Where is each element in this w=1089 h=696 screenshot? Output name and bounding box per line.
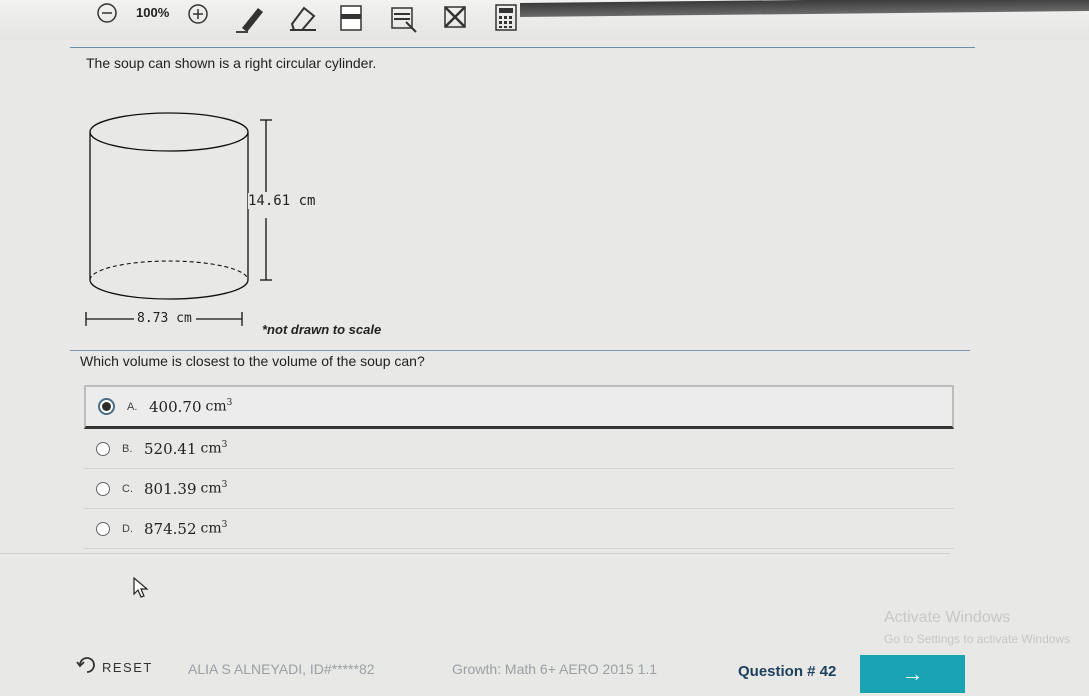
zoom-level: 100%: [136, 5, 170, 20]
next-button[interactable]: →: [860, 655, 965, 693]
eraser-icon[interactable]: [286, 2, 320, 34]
diameter-label: 8.73 cm: [135, 311, 194, 326]
question-prompt: Which volume is closest to the volume of…: [80, 353, 425, 369]
choice-unit: cm3: [205, 398, 233, 415]
reset-label: RESET: [102, 660, 153, 675]
cylinder-drawing: [85, 112, 272, 326]
choice-c[interactable]: C. 801.39 cm3: [84, 469, 954, 509]
toolbar: 100%: [0, 0, 1089, 40]
content-bottom-divider: [0, 553, 950, 554]
choice-value: 520.41: [144, 439, 197, 458]
calculator-icon[interactable]: [494, 2, 518, 32]
toolbar-divider: [70, 47, 975, 48]
scale-note: *not drawn to scale: [262, 322, 382, 337]
choice-letter: B.: [122, 442, 133, 455]
question-stem: The soup can shown is a right circular c…: [86, 55, 377, 71]
reset-button[interactable]: RESET: [76, 655, 153, 680]
choice-letter: D.: [122, 522, 133, 535]
arrow-right-icon: →: [901, 661, 924, 686]
radio-button[interactable]: [96, 481, 110, 496]
choice-value: 874.52: [144, 519, 197, 538]
reset-icon: [76, 655, 98, 680]
question-divider: [70, 350, 970, 351]
test-name: Growth: Math 6+ AERO 2015 1.1: [452, 661, 658, 677]
highlighter-icon[interactable]: [390, 2, 418, 34]
answer-eliminator-icon[interactable]: [442, 2, 468, 32]
mouse-cursor-icon: [133, 576, 149, 604]
toolbar-dark-edge: [520, 0, 1089, 17]
choice-unit: cm3: [200, 440, 228, 457]
zoom-out-icon[interactable]: [96, 2, 118, 24]
choice-value: 801.39: [144, 479, 197, 498]
pencil-icon[interactable]: [234, 2, 268, 34]
choice-unit: cm3: [200, 520, 228, 537]
choice-b[interactable]: B. 520.41 cm3: [84, 429, 954, 469]
line-reader-icon[interactable]: [338, 2, 364, 32]
choice-unit: cm3: [200, 480, 228, 497]
choice-letter: A.: [127, 400, 138, 413]
student-info: ALIA S ALNEYADI, ID#*****82: [188, 661, 375, 677]
height-label: 14.61 cm: [248, 193, 316, 209]
choice-value: 400.70: [149, 397, 202, 416]
choice-letter: C.: [122, 482, 133, 495]
radio-button[interactable]: [98, 398, 115, 415]
radio-button[interactable]: [96, 521, 110, 536]
question-number: Question # 42: [738, 663, 837, 680]
zoom-in-icon[interactable]: [186, 2, 210, 26]
choice-d[interactable]: D. 874.52 cm3: [84, 509, 954, 549]
choice-a[interactable]: A. 400.70 cm3: [84, 385, 954, 429]
activate-windows-title: Activate Windows: [884, 609, 1011, 626]
activate-windows-subtitle: Go to Settings to activate Windows: [884, 632, 1071, 646]
radio-button[interactable]: [96, 441, 110, 456]
answer-choices: A. 400.70 cm3 B. 520.41 cm3 C. 801.39 cm…: [84, 385, 954, 549]
